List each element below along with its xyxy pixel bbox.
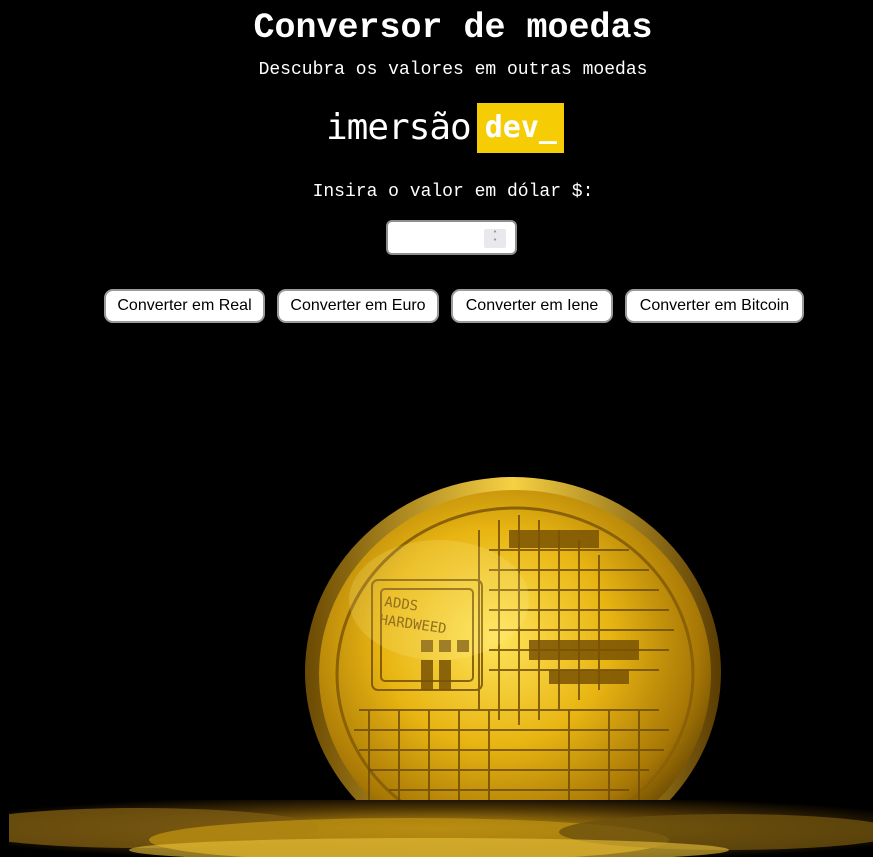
number-spinner[interactable]: ˄ ˅ [484, 229, 506, 248]
convert-iene-button[interactable]: Converter em Iene [451, 289, 613, 323]
dollar-value-input[interactable] [394, 227, 490, 251]
convert-euro-button[interactable]: Converter em Euro [277, 289, 439, 323]
logo-tag: dev_ [476, 103, 564, 153]
convert-real-button[interactable]: Converter em Real [104, 289, 265, 323]
value-prompt-label: Insira o valor em dólar $: [312, 182, 594, 202]
page: Conversor de moedas Descubra os valores … [0, 0, 873, 857]
logo-text: imersão [326, 107, 472, 148]
page-title: Conversor de moedas [253, 8, 653, 48]
bitcoin-coin-image: ADDS HARDWEED [9, 380, 873, 857]
convert-bitcoin-button[interactable]: Converter em Bitcoin [625, 289, 804, 323]
bitcoin-coin-icon: ADDS HARDWEED [9, 477, 873, 857]
imersao-dev-logo: imersão dev_ [326, 103, 564, 153]
page-subtitle: Descubra os valores em outras moedas [258, 60, 648, 80]
dollar-value-field[interactable]: ˄ ˅ [386, 220, 517, 255]
chevron-down-icon[interactable]: ˅ [493, 238, 497, 247]
